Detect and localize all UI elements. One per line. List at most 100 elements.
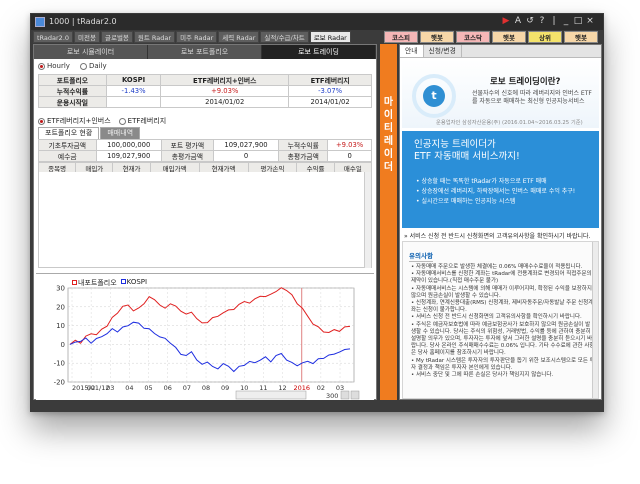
menu-tab[interactable]: 세력 Radar xyxy=(218,31,260,43)
strategy-radio[interactable]: ETF레버리지 xyxy=(118,116,166,126)
y-tick-label: 30 xyxy=(56,285,65,293)
quick-tab[interactable]: 상위 xyxy=(528,31,562,43)
summary-cell: -3.07% xyxy=(288,85,372,97)
robo-sub-tab[interactable]: 로보 시뮬레이터 xyxy=(34,45,148,59)
status-value: 0 xyxy=(327,150,372,162)
holdings-grid[interactable] xyxy=(38,172,372,268)
y-tick-label: -10 xyxy=(54,360,65,368)
holdings-scrollbar[interactable] xyxy=(364,172,371,268)
legend-label: 내포트폴리오 xyxy=(78,279,117,287)
hero-description: 선물자수의 신호에 따라 레버리지와 인버스 ETF를 자동으로 매매하는 최신… xyxy=(472,90,592,105)
promo-bullets: 상승할 때는 똑똑한 tRadar가 자동으로 ETF 매매상승장에선 레버리지… xyxy=(416,177,575,207)
summary-header: ETF레버리지 xyxy=(288,74,372,86)
radio-dot-icon[interactable] xyxy=(38,117,45,125)
window-control-icon[interactable]: _ xyxy=(561,16,571,27)
menu-tab[interactable]: 미주 Radar xyxy=(176,31,218,43)
robo-sub-tab[interactable]: 로보 포트폴리오 xyxy=(148,45,262,59)
robo-sub-tab[interactable]: 로보 트레이딩 xyxy=(262,45,376,59)
chart-svg: 3020100-10-202015/01/1202 03 04 05 06 07 08 09 1… xyxy=(54,285,360,400)
radio-dot-icon[interactable] xyxy=(118,117,126,125)
x-tick-label: 06 xyxy=(164,384,172,392)
status-label: 누적수익률 xyxy=(278,139,329,151)
radio-dot-icon[interactable] xyxy=(79,62,87,70)
menu-tab[interactable]: 로보 Radar xyxy=(309,31,351,43)
quick-tab[interactable]: 햇봇 xyxy=(564,31,598,43)
hero-footer: 운용업자인 삼성자산운용(주) (2016.01.04~2016.03.25 기… xyxy=(436,120,583,126)
window-control-icon[interactable]: □ xyxy=(573,16,583,27)
caution-item: 서비스 중단 및 그에 따른 손실은 당사가 책임지지 않습니다. xyxy=(411,372,595,379)
status-label: 기초투자금액 xyxy=(38,139,97,151)
caution-list: 자동매매 주문으로 발생한 체결에는 0.06% 매매수수료율이 적용됩니다.자… xyxy=(411,264,595,379)
summary-header: KOSPI xyxy=(105,74,162,86)
mighty-radar-banner[interactable]: 마이티레이더 xyxy=(380,44,397,400)
x-tick-label: 02 xyxy=(87,384,95,392)
status-label: 총평가금액 xyxy=(278,150,329,162)
period-radio-label: Daily xyxy=(88,62,107,70)
x-tick-label: 05 xyxy=(144,384,152,392)
right-tab[interactable]: 안내 xyxy=(400,45,424,57)
right-tab[interactable]: 신청/변경 xyxy=(424,45,462,57)
x-tick-label: 08 xyxy=(202,384,210,392)
menu-tab[interactable]: 글로벌봉 xyxy=(100,31,133,43)
robo-sub-tabs: 로보 시뮬레이터 로보 포트폴리오 로보 트레이딩 xyxy=(34,45,376,59)
left-panel: 로보 시뮬레이터 로보 포트폴리오 로보 트레이딩 Hourly Daily 포트폴리… xyxy=(33,44,377,400)
menu-tab[interactable]: tRadar2.0 xyxy=(33,31,74,43)
legend-item[interactable]: 내포트폴리오 xyxy=(72,278,117,288)
summary-cell: 2014/01/02 xyxy=(288,96,372,108)
y-tick-label: 20 xyxy=(56,303,65,311)
legend-item[interactable]: KOSPI xyxy=(120,278,147,288)
caution-item: 자동매매서비스는 시스템에 의해 매매가 이루어지며, 확정된 수익을 보장하지… xyxy=(411,286,595,300)
caution-box: 유의사항 자동매매 주문으로 발생한 체결에는 0.06% 매매수수료율이 적용… xyxy=(402,241,599,399)
caution-title: 유의사항 xyxy=(409,252,433,262)
y-tick-label: 10 xyxy=(56,322,65,330)
status-table: 기초투자금액 100,000,000 포트 평가액 109,027,900 누적… xyxy=(38,139,372,162)
status-value: 109,027,900 xyxy=(95,150,162,162)
window-control-icon[interactable]: A xyxy=(513,16,523,27)
summary-cell xyxy=(105,96,162,108)
main-menu-tabs: tRadar2.0 미전봉 글로벌봉 원트 Radar 미주 Radar 세력 Radar… xyxy=(33,31,376,43)
banner-char: 레 xyxy=(383,136,394,147)
banner-char: 이 xyxy=(383,149,394,160)
strategy-radio-label: ETF레버리지+인버스 xyxy=(47,117,111,125)
window-control-icon[interactable]: ↺ xyxy=(525,16,535,27)
status-label: 포트 평가액 xyxy=(160,139,214,151)
promo-headline-line: 인공지능 트레이더가 xyxy=(414,139,496,150)
summary-cell: -1.43% xyxy=(105,85,162,97)
quick-tab[interactable]: 햇봇 xyxy=(492,31,526,43)
period-radio[interactable]: Daily xyxy=(79,62,107,70)
tradar-logo-icon: t xyxy=(412,74,456,118)
bottom-bar xyxy=(31,402,603,412)
window-control-icon[interactable]: × xyxy=(585,16,595,27)
menu-tab[interactable]: 실적/수급/차트 xyxy=(260,31,309,43)
menu-tab[interactable]: 원트 Radar xyxy=(133,31,176,43)
banner-char: 티 xyxy=(383,123,394,134)
promo-headline-line: ETF 자동매매 서비스까지! xyxy=(414,151,520,162)
zoom-in-icon xyxy=(340,390,350,400)
caution-item: 주식은 예금자보호법에 따라 예금보험공사가 보호하지 않으며 원금손실이 발생… xyxy=(411,322,595,358)
radio-dot-icon[interactable] xyxy=(38,62,45,70)
quick-tab[interactable]: 코스피 xyxy=(384,31,418,43)
window-control-icon[interactable]: ▶ xyxy=(501,16,511,27)
summary-cell: 2014/01/02 xyxy=(160,96,290,108)
status-value: +9.03% xyxy=(327,139,372,151)
banner-char: 이 xyxy=(383,110,394,121)
quick-tab[interactable]: 햇봇 xyxy=(420,31,454,43)
caution-item: 서비스 신청 전 반드시 신청화면의 고객유의사항을 확인하시기 바랍니다. xyxy=(411,314,595,321)
caution-scrollbar[interactable] xyxy=(592,242,598,398)
period-radio[interactable]: Hourly xyxy=(38,62,70,70)
window-control-icon[interactable]: | xyxy=(549,16,559,27)
promo-bullet: 실시간으로 매매하는 인공지능 시스템 xyxy=(416,197,575,207)
quick-tab[interactable]: 코스닥 xyxy=(456,31,490,43)
banner-text: 마이티레이더 xyxy=(380,96,397,174)
title-bar: 1000 | tRadar2.0 ▶ A ↺? | _ □ × xyxy=(31,14,603,30)
summary-row-label: 운용시작일 xyxy=(38,96,107,108)
banner-char: 마 xyxy=(383,97,394,108)
menu-tab[interactable]: 미전봉 xyxy=(74,31,100,43)
caution-item: My tRadar 시스템은 투자자의 투자판단을 돕기 위한 보조시스템으로 … xyxy=(411,358,595,372)
x-tick-label: 09 xyxy=(221,384,229,392)
window-control-icon[interactable]: ? xyxy=(537,16,547,27)
notice-line: » 서비스 신청 전 반드시 신청화면의 고객유의사항을 확인하시기 바랍니다. xyxy=(404,233,591,240)
strategy-radios: ETF레버리지+인버스 ETF레버리지 xyxy=(38,116,166,126)
strategy-radio[interactable]: ETF레버리지+인버스 xyxy=(38,116,111,126)
x-tick-label: 07 xyxy=(183,384,191,392)
